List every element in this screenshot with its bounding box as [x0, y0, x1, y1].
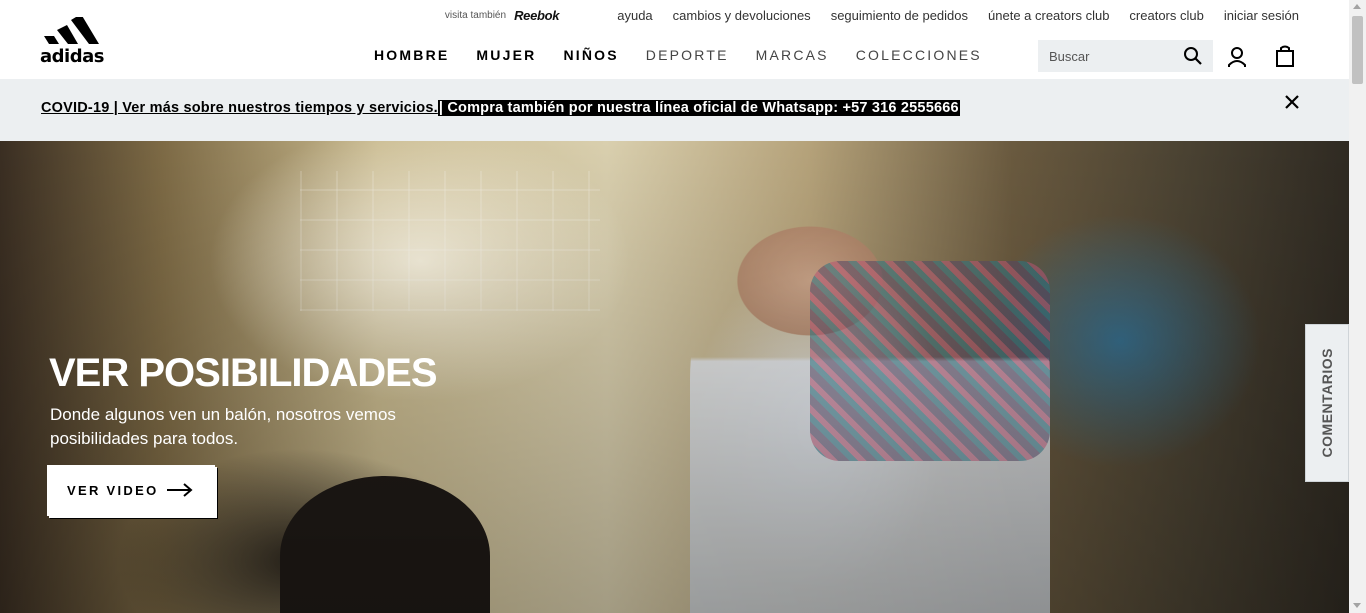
announcement-covid-link[interactable]: COVID-19 | Ver más sobre nuestros tiempo…: [41, 100, 438, 116]
announcement-message[interactable]: COVID-19 | Ver más sobre nuestros tiempo…: [41, 100, 960, 116]
hero-title: VER POSIBILIDADES: [49, 351, 438, 395]
nav-item-mujer[interactable]: MUJER: [476, 47, 536, 63]
page-scrollbar[interactable]: [1349, 0, 1366, 613]
nav-item-ninos[interactable]: NIÑOS: [563, 47, 618, 63]
search-box: [1038, 40, 1213, 72]
nav-item-hombre[interactable]: HOMBRE: [374, 47, 449, 63]
hero-banner[interactable]: VER POSIBILIDADES Donde algunos ven un b…: [0, 141, 1349, 613]
util-link-help[interactable]: ayuda: [617, 8, 652, 23]
reebok-link[interactable]: Reebok: [514, 8, 559, 23]
util-link-order-tracking[interactable]: seguimiento de pedidos: [831, 8, 968, 23]
visit-also-label: visita también: [444, 10, 507, 21]
search-input[interactable]: [1038, 40, 1178, 72]
feedback-label: COMENTARIOS: [1319, 348, 1335, 458]
watch-video-button[interactable]: VER VIDEO: [47, 465, 215, 516]
main-nav: HOMBRE MUJER NIÑOS DEPORTE MARCAS COLECC…: [374, 47, 1009, 63]
watch-video-label: VER VIDEO: [67, 483, 159, 498]
arrow-right-icon: [167, 483, 193, 497]
bag-icon[interactable]: [1275, 45, 1295, 67]
feedback-tab[interactable]: COMENTARIOS: [1305, 324, 1349, 482]
scroll-up-icon[interactable]: [1353, 4, 1361, 9]
search-icon[interactable]: [1183, 46, 1203, 66]
util-link-returns[interactable]: cambios y devoluciones: [673, 8, 811, 23]
logo-text[interactable]: adidas: [40, 46, 104, 67]
scroll-down-icon[interactable]: [1353, 603, 1361, 608]
close-icon[interactable]: [1284, 94, 1300, 110]
utility-bar: visita también Reebok ayuda cambios y de…: [445, 8, 1299, 23]
scrollbar-thumb[interactable]: [1352, 16, 1363, 84]
util-link-creators-club[interactable]: creators club: [1129, 8, 1203, 23]
util-link-join-creators-club[interactable]: únete a creators club: [988, 8, 1109, 23]
user-icon[interactable]: [1227, 46, 1247, 68]
announcement-whatsapp-link[interactable]: | Compra también por nuestra línea ofici…: [437, 100, 960, 116]
hero-subtitle: Donde algunos ven un balón, nosotros vem…: [50, 405, 396, 448]
nav-item-marcas[interactable]: MARCAS: [756, 47, 829, 63]
nav-item-deporte[interactable]: DEPORTE: [646, 47, 729, 63]
util-link-login[interactable]: iniciar sesión: [1224, 8, 1299, 23]
nav-item-colecciones[interactable]: COLECCIONES: [856, 47, 982, 63]
site-header: adidas visita también Reebok ayuda cambi…: [0, 0, 1349, 79]
announcement-banner: COVID-19 | Ver más sobre nuestros tiempo…: [0, 79, 1349, 141]
